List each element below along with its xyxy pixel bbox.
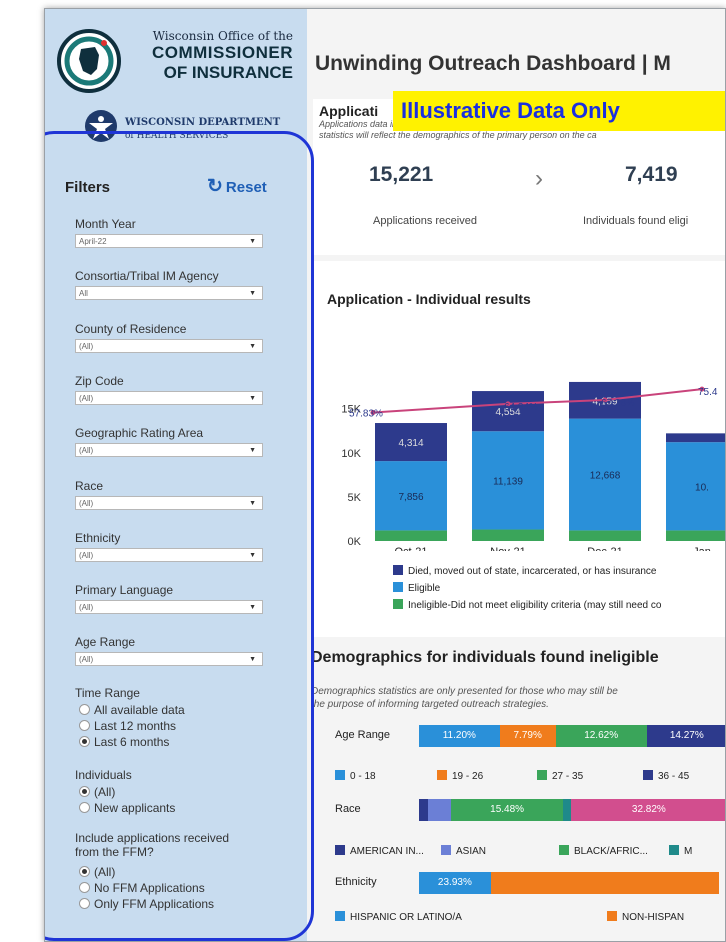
- legend-label: BLACK/AFRIC...: [574, 846, 648, 857]
- eligible-value: 7,419: [625, 163, 678, 186]
- demographic-bar-segment[interactable]: 15.48%: [451, 799, 563, 821]
- legend-item[interactable]: Ineligible-Did not meet eligibility crit…: [393, 599, 661, 611]
- demographic-bar-segment[interactable]: 12.62%: [555, 725, 647, 747]
- legend-label: Died, moved out of state, incarcerated, …: [408, 566, 657, 577]
- y-tick-label: 0K: [348, 536, 362, 548]
- x-tick-label: Nov-21: [490, 546, 525, 551]
- legend-label: 0 - 18: [350, 771, 376, 782]
- demographic-bar-segment[interactable]: [490, 872, 719, 894]
- legend-label: M: [684, 846, 693, 857]
- demographic-bar-segment[interactable]: [562, 799, 571, 821]
- oci-seal-icon: [57, 29, 121, 93]
- demographic-bar-segment[interactable]: [419, 799, 428, 821]
- legend-label: AMERICAN IN...: [350, 846, 424, 857]
- oci-name-line1: Wisconsin Office of the: [152, 29, 293, 43]
- rate-label: 57.83%: [349, 409, 383, 420]
- legend-item[interactable]: Eligible: [393, 582, 440, 594]
- legend-item[interactable]: Died, moved out of state, incarcerated, …: [393, 565, 656, 577]
- rate-label: 75.4: [698, 387, 718, 398]
- legend-label: HISPANIC OR LATINO/A: [350, 912, 462, 923]
- bar-segment[interactable]: [569, 530, 641, 541]
- demographic-row-label: Race: [335, 803, 361, 815]
- bar-segment[interactable]: [666, 530, 726, 541]
- eligible-label: Individuals found eligi: [583, 215, 689, 227]
- bar-data-label: 7,856: [398, 492, 423, 503]
- dashboard-window: Wisconsin Office of the COMMISSIONER OF …: [44, 8, 726, 942]
- bar-data-label: 12,668: [590, 471, 621, 482]
- legend-swatch: [437, 770, 447, 780]
- legend-swatch: [559, 845, 569, 855]
- applications-label: Applications received: [373, 215, 477, 227]
- bar-segment[interactable]: [472, 529, 544, 541]
- applications-value: 15,221: [369, 163, 434, 186]
- bar-segment[interactable]: [666, 433, 726, 443]
- arrow-icon: ›: [535, 165, 543, 192]
- filter-highlight-outline: [45, 131, 314, 941]
- legend-label: Ineligible-Did not meet eligibility crit…: [408, 600, 662, 611]
- legend-label: 36 - 45: [658, 771, 690, 782]
- legend-swatch: [441, 845, 451, 855]
- rate-label: 67.28%: [601, 398, 635, 409]
- demographic-row-label: Age Range: [335, 729, 391, 741]
- legend-label: ASIAN: [456, 846, 487, 857]
- demographic-legend-item[interactable]: 19 - 26: [437, 770, 483, 782]
- legend-swatch: [393, 565, 403, 575]
- demographic-legend-item[interactable]: 27 - 35: [537, 770, 583, 782]
- legend-label: 27 - 35: [552, 771, 584, 782]
- bar-data-label: 4,314: [398, 438, 423, 449]
- bar-segment[interactable]: [375, 530, 447, 541]
- legend-label: 19 - 26: [452, 771, 484, 782]
- legend-swatch: [607, 911, 617, 921]
- dashboard-main: Unwinding Outreach Dashboard | M Applica…: [307, 9, 726, 941]
- x-tick-label: Oct-21: [394, 546, 427, 551]
- demographic-legend-item[interactable]: 0 - 18: [335, 770, 376, 782]
- demographic-bar-segment[interactable]: 7.79%: [499, 725, 556, 747]
- demographics-description: Demographics statistics are only present…: [311, 686, 618, 710]
- demographic-legend-item[interactable]: AMERICAN IN...: [335, 845, 424, 857]
- demographic-bar-segment[interactable]: 32.82%: [570, 799, 725, 821]
- demographic-bar-segment[interactable]: [427, 799, 452, 821]
- x-tick-label: Dec-21: [587, 546, 622, 551]
- bar-data-label: 10.: [695, 482, 709, 493]
- y-tick-label: 10K: [341, 448, 361, 460]
- legend-swatch: [335, 845, 345, 855]
- demographics-title: Demographics for individuals found ineli…: [311, 649, 659, 666]
- legend-swatch: [335, 911, 345, 921]
- oci-name-line3: OF INSURANCE: [163, 63, 293, 82]
- legend-swatch: [335, 770, 345, 780]
- oci-name-line2: COMMISSIONER: [151, 43, 293, 62]
- demographic-legend-item[interactable]: M: [669, 845, 692, 857]
- legend-label: NON-HISPAN: [622, 912, 685, 923]
- illustrative-banner: Illustrative Data Only: [393, 91, 725, 131]
- legend-swatch: [393, 582, 403, 592]
- dhs-name-line1: WISCONSIN DEPARTMENT: [125, 117, 281, 128]
- demographic-legend-item[interactable]: BLACK/AFRIC...: [559, 845, 648, 857]
- rate-label: 64.34%: [504, 402, 538, 413]
- demographic-legend-item[interactable]: HISPANIC OR LATINO/A: [335, 911, 462, 923]
- demographic-legend-item[interactable]: 36 - 45: [643, 770, 689, 782]
- kpi-heading: Applicati: [319, 103, 379, 119]
- y-tick-label: 5K: [348, 492, 362, 504]
- legend-swatch: [643, 770, 653, 780]
- demographic-bar-segment[interactable]: 14.27%: [646, 725, 725, 747]
- x-tick-label: Jan: [693, 546, 711, 551]
- demographic-bar-segment[interactable]: 23.93%: [419, 872, 491, 894]
- page-title: Unwinding Outreach Dashboard | M: [315, 52, 671, 75]
- legend-swatch: [537, 770, 547, 780]
- demographic-row-label: Ethnicity: [335, 876, 377, 888]
- legend-swatch: [669, 845, 679, 855]
- demographic-bar-segment[interactable]: 11.20%: [419, 725, 500, 747]
- results-chart-card: Application - Individual results 0K 5K 10K…: [313, 261, 726, 637]
- legend-label: Eligible: [408, 583, 441, 594]
- demographic-legend-item[interactable]: NON-HISPAN: [607, 911, 684, 923]
- demographic-legend-item[interactable]: ASIAN: [441, 845, 486, 857]
- bar-data-label: 11,139: [493, 476, 523, 487]
- legend-swatch: [393, 599, 403, 609]
- results-chart: 0K5K10K15K7,8564,314Oct-2111,1394,554Nov…: [341, 381, 726, 551]
